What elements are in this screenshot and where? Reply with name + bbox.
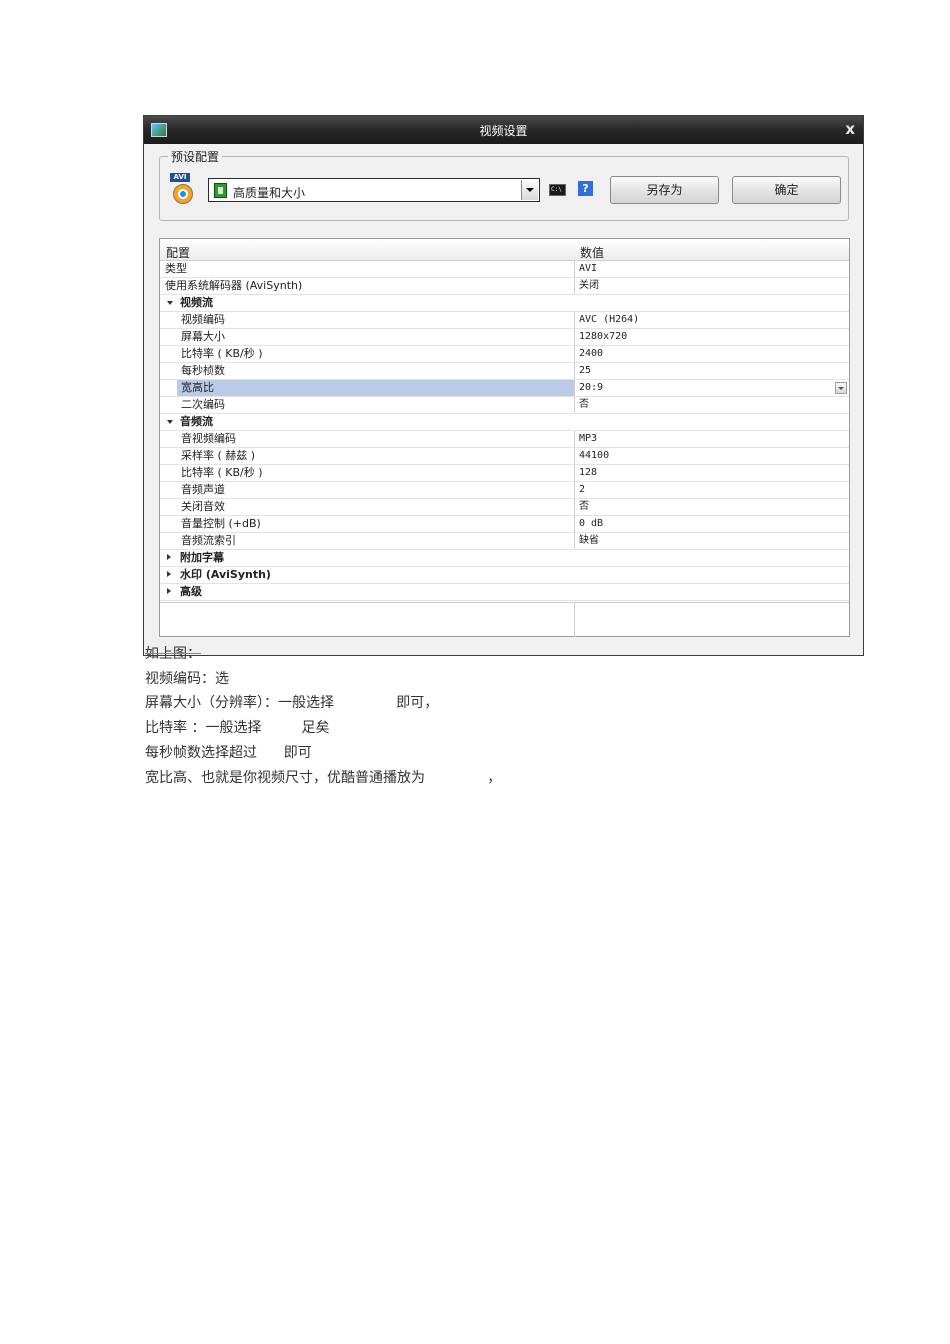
- close-icon[interactable]: x: [845, 120, 855, 138]
- row-value[interactable]: 2400: [579, 346, 603, 362]
- column-header-value[interactable]: 数值: [580, 244, 604, 261]
- category-label: 视频流: [180, 296, 213, 309]
- row-name: 屏幕大小: [181, 330, 225, 343]
- preset-legend: 预设配置: [168, 148, 223, 165]
- grid-row[interactable]: 类型 AVI: [160, 261, 849, 278]
- description-top-border: [160, 602, 849, 603]
- row-name: 关闭音效: [181, 500, 225, 513]
- row-value[interactable]: 关闭: [579, 278, 599, 294]
- row-name: 宽高比: [181, 381, 214, 394]
- grid-row-selected[interactable]: 宽高比 20:9: [160, 380, 849, 397]
- row-value[interactable]: 20:9: [579, 380, 603, 396]
- row-name: 类型: [165, 262, 187, 275]
- doc-line-2: 视频编码：选: [145, 671, 229, 687]
- row-name: 二次编码: [181, 398, 225, 411]
- preset-selected-value: 高质量和大小: [233, 186, 306, 200]
- ok-button[interactable]: 确定: [732, 176, 841, 204]
- grid-row[interactable]: 音视频编码 MP3: [160, 431, 849, 448]
- grid-header: 配置 数值: [160, 239, 849, 261]
- expand-arrow-icon[interactable]: [167, 554, 171, 560]
- row-value[interactable]: 缺省: [579, 533, 599, 549]
- row-value[interactable]: 0 dB: [579, 516, 603, 532]
- row-value[interactable]: 1280x720: [579, 329, 627, 345]
- row-name: 音量控制 (+dB): [181, 517, 261, 530]
- save-as-button[interactable]: 另存为: [610, 176, 719, 204]
- row-name: 比特率 ( KB/秒 ): [181, 347, 263, 360]
- row-value[interactable]: 25: [579, 363, 591, 379]
- grid-row[interactable]: 音量控制 (+dB) 0 dB: [160, 516, 849, 533]
- category-label: 高级: [180, 585, 202, 598]
- doc-line-4: 比特率 ：一般选择 足矣: [145, 720, 330, 736]
- category-label: 音频流: [180, 415, 213, 428]
- avi-file-icon: AVI: [170, 173, 196, 205]
- row-value[interactable]: AVC (H264): [579, 312, 639, 328]
- grid-row[interactable]: 比特率 ( KB/秒 ) 128: [160, 465, 849, 482]
- preset-dropdown[interactable]: 高质量和大小: [208, 178, 540, 202]
- grid-row[interactable]: 采样率 ( 赫兹 ) 44100: [160, 448, 849, 465]
- category-video-stream[interactable]: 视频流: [160, 295, 849, 312]
- chevron-down-icon[interactable]: [521, 180, 538, 200]
- category-advanced[interactable]: 高级: [160, 584, 849, 601]
- row-name: 使用系统解码器 (AviSynth): [165, 279, 303, 292]
- help-icon[interactable]: ?: [578, 181, 593, 196]
- row-name: 比特率 ( KB/秒 ): [181, 466, 263, 479]
- category-subtitles[interactable]: 附加字幕: [160, 550, 849, 567]
- grid-row[interactable]: 屏幕大小 1280x720: [160, 329, 849, 346]
- category-audio-stream[interactable]: 音频流: [160, 414, 849, 431]
- row-value[interactable]: 否: [579, 397, 589, 413]
- doc-line-1: 如上图：: [145, 646, 201, 662]
- grid-row[interactable]: 关闭音效 否: [160, 499, 849, 516]
- grid-row[interactable]: 音频声道 2: [160, 482, 849, 499]
- property-grid: 配置 数值 类型 AVI 使用系统解码器 (AviSynth) 关闭 视频流 视…: [159, 238, 850, 637]
- grid-row[interactable]: 比特率 ( KB/秒 ) 2400: [160, 346, 849, 363]
- doc-line-5: 每秒帧数选择超过 即可: [145, 745, 312, 761]
- expand-arrow-icon[interactable]: [167, 588, 171, 594]
- row-name: 音视频编码: [181, 432, 236, 445]
- grid-row[interactable]: 二次编码 否: [160, 397, 849, 414]
- expand-arrow-icon[interactable]: [167, 571, 171, 577]
- row-value[interactable]: MP3: [579, 431, 597, 447]
- row-name: 音频流索引: [181, 534, 236, 547]
- title-bar[interactable]: 视频设置 x: [144, 116, 863, 144]
- grid-row[interactable]: 使用系统解码器 (AviSynth) 关闭: [160, 278, 849, 295]
- command-prompt-icon[interactable]: C:\: [549, 184, 566, 196]
- expand-arrow-icon[interactable]: [167, 301, 173, 305]
- selection-highlight: [177, 380, 574, 396]
- dialog-title: 视频设置: [479, 124, 528, 138]
- row-value[interactable]: AVI: [579, 261, 597, 277]
- row-name: 音频声道: [181, 483, 225, 496]
- preset-group: 预设配置 AVI 高质量和大小 C:\ ? 另存为 确定: [159, 148, 849, 221]
- doc-line-3: 屏幕大小（分辨率）：一般选择 即可，: [145, 695, 439, 711]
- disc-icon: [173, 184, 193, 204]
- column-header-name[interactable]: 配置: [166, 244, 190, 261]
- row-name: 采样率 ( 赫兹 ): [181, 449, 256, 462]
- row-value[interactable]: 否: [579, 499, 589, 515]
- grid-row[interactable]: 每秒桢数 25: [160, 363, 849, 380]
- doc-line-6: 宽比高、也就是你视频尺寸，优酷普通播放为 ，: [145, 770, 502, 786]
- category-label: 附加字幕: [180, 551, 224, 564]
- expand-arrow-icon[interactable]: [167, 420, 173, 424]
- category-watermark[interactable]: 水印 (AviSynth): [160, 567, 849, 584]
- row-name: 视频编码: [181, 313, 225, 326]
- row-value[interactable]: 128: [579, 465, 597, 481]
- grid-row[interactable]: 视频编码 AVC (H264): [160, 312, 849, 329]
- grid-row[interactable]: 音频流索引 缺省: [160, 533, 849, 550]
- row-value[interactable]: 2: [579, 482, 585, 498]
- row-name: 每秒桢数: [181, 364, 225, 377]
- video-settings-dialog: 视频设置 x 预设配置 AVI 高质量和大小 C:\ ? 另存为 确定 配置 数…: [143, 115, 864, 656]
- description-divider: [574, 603, 575, 637]
- film-icon: [214, 183, 227, 198]
- chevron-down-icon[interactable]: [835, 382, 847, 394]
- avi-tag: AVI: [170, 173, 190, 182]
- row-value[interactable]: 44100: [579, 448, 609, 464]
- category-label: 水印 (AviSynth): [180, 568, 271, 581]
